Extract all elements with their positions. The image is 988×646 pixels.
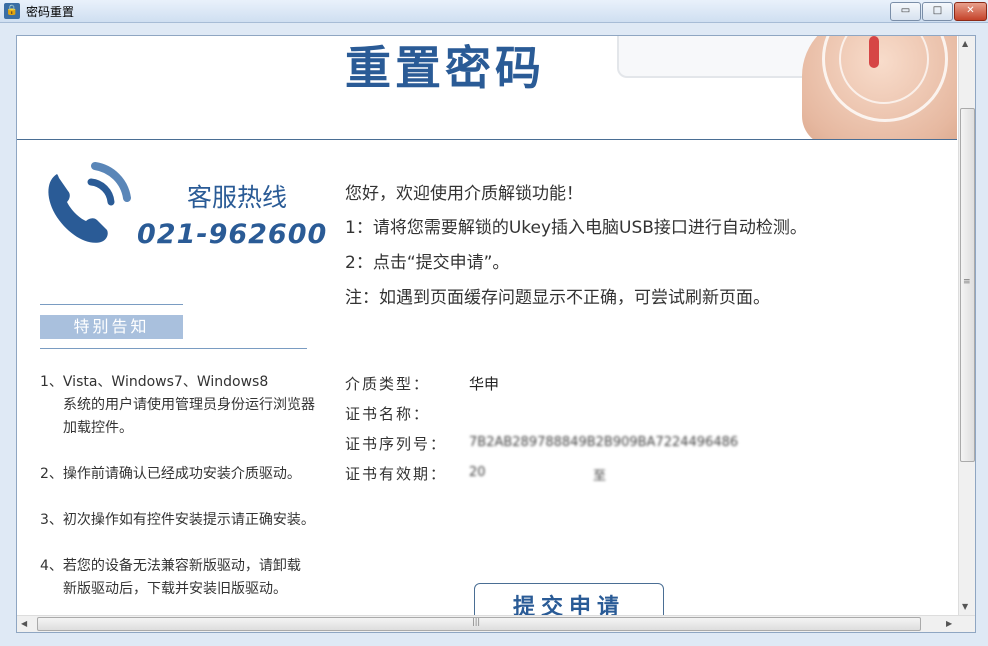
ring-indicator: [869, 36, 879, 68]
cert-serial-value: 7B2AB289788849B2B909BA7224496486: [469, 435, 739, 450]
scroll-grip-icon: |||: [472, 617, 481, 626]
cert-validity-value-end: 至: [593, 469, 607, 484]
notice-item: 3、初次操作如有控件安装提示请正确安装。: [40, 512, 315, 528]
vertical-scrollbar[interactable]: ▲ ≡ ▼: [958, 36, 975, 616]
horizontal-scroll-thumb[interactable]: |||: [37, 617, 921, 631]
media-type-value: 华申: [469, 375, 500, 393]
intro-note: 注：如遇到页面缓存问题显示不正确，可尝试刷新页面。: [345, 288, 770, 308]
scroll-down-arrow[interactable]: ▼: [962, 602, 968, 611]
scroll-up-arrow[interactable]: ▲: [962, 39, 968, 48]
cert-validity-value: 20: [469, 465, 486, 480]
intro-greeting: 您好，欢迎使用介质解锁功能！: [345, 184, 583, 204]
media-type-label: 介质类型：: [345, 375, 431, 393]
header-banner: 重置密码: [17, 36, 957, 140]
hotline-number: 021-962600: [137, 219, 328, 250]
lock-icon: 🔒: [4, 3, 20, 19]
notice-item: 1、Vista、Windows7、Windows8 系统的用户请使用管理员身份运…: [40, 374, 315, 436]
intro-step-2: 2：点击“提交申请”。: [345, 253, 510, 273]
notice-divider-bottom: [40, 348, 307, 349]
notice-item: 2、操作前请确认已经成功安装介质驱动。: [40, 466, 301, 482]
title-bar: 🔒 密码重置 ▭ □ ✕: [0, 0, 988, 23]
key-graphic: [617, 36, 821, 78]
maximize-button[interactable]: □: [922, 2, 953, 21]
cert-serial-label: 证书序列号：: [345, 435, 448, 453]
scroll-right-arrow[interactable]: ▶: [946, 619, 952, 628]
notice-item: 4、若您的设备无法兼容新版驱动，请卸载 新版驱动后，下载并安装旧版驱动。: [40, 558, 301, 597]
content-frame: 重置密码 客服热线 021-962600 特别告知 1、Vista、Window…: [16, 35, 976, 633]
notice-divider-top: [40, 304, 183, 305]
scroll-grip-icon: ≡: [963, 277, 971, 287]
hotline-label: 客服热线: [187, 183, 288, 212]
cert-validity-label: 证书有效期：: [345, 465, 448, 483]
phone-icon: [48, 162, 131, 243]
close-button[interactable]: ✕: [954, 2, 987, 21]
notice-title: 特别告知: [40, 315, 183, 339]
window-title: 密码重置: [26, 5, 75, 19]
horizontal-scrollbar[interactable]: ◀ ||| ▶: [17, 615, 975, 632]
vertical-scroll-thumb[interactable]: ≡: [960, 108, 975, 462]
scroll-left-arrow[interactable]: ◀: [21, 619, 27, 628]
minimize-button[interactable]: ▭: [890, 2, 921, 21]
page-title: 重置密码: [345, 41, 545, 95]
cert-name-label: 证书名称：: [345, 405, 431, 423]
intro-step-1: 1：请将您需要解锁的Ukey插入电脑USB接口进行自动检测。: [345, 218, 807, 238]
